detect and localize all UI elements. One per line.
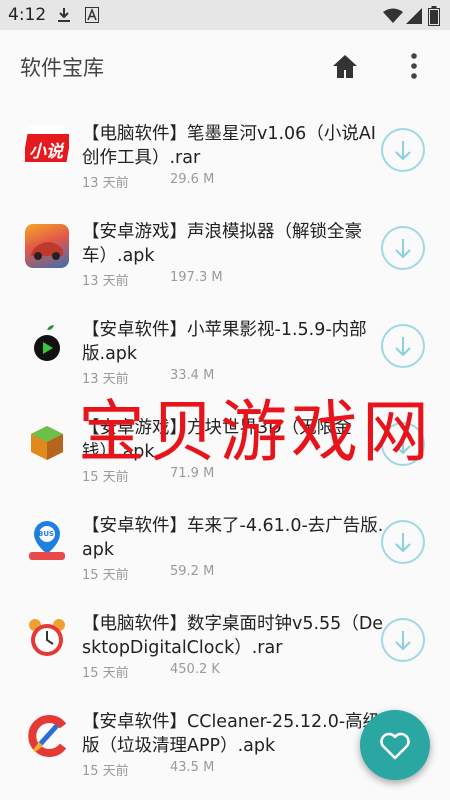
block-world-icon [25, 420, 69, 464]
battery-icon [428, 6, 440, 26]
bus-app-icon: BUS [25, 518, 69, 562]
list-item[interactable]: 【安卓软件】小苹果影视-1.5.9-内部版.apk 13 天前 33.4 M [0, 298, 450, 396]
file-size: 71.9 M [170, 466, 215, 481]
favorite-fab[interactable] [360, 710, 430, 780]
apple-video-icon [25, 322, 69, 366]
file-name: 【安卓软件】车来了-4.61.0-去广告版.apk [82, 516, 384, 560]
file-age: 13 天前 [82, 176, 129, 191]
list-item[interactable]: 小说 【电脑软件】笔墨星河v1.06（小说AI创作工具）.rar 13 天前 2… [0, 102, 450, 200]
file-list: 小说 【电脑软件】笔墨星河v1.06（小说AI创作工具）.rar 13 天前 2… [0, 102, 450, 800]
download-button[interactable] [381, 422, 425, 466]
home-icon[interactable] [330, 52, 360, 82]
download-status-icon [58, 8, 70, 22]
file-age: 13 天前 [82, 372, 129, 387]
ccleaner-icon [25, 714, 69, 758]
file-age: 15 天前 [82, 568, 129, 583]
download-button[interactable] [381, 618, 425, 662]
download-arrow-icon [395, 631, 411, 651]
list-item[interactable]: 【安卓游戏】声浪模拟器（解锁全豪车）.apk 13 天前 197.3 M [0, 200, 450, 298]
list-item[interactable]: 【安卓游戏】方块世界3D（无限金钱）.apk 15 天前 71.9 M [0, 396, 450, 494]
file-name: 【安卓软件】CCleaner-25.12.0-高级版（垃圾清理APP）.apk [82, 712, 381, 756]
download-arrow-icon [395, 141, 411, 161]
more-options-icon[interactable] [402, 50, 426, 82]
file-size: 43.5 M [170, 760, 215, 775]
file-age: 13 天前 [82, 274, 129, 289]
file-size: 59.2 M [170, 564, 215, 579]
download-arrow-icon [395, 239, 411, 259]
download-arrow-icon [395, 337, 411, 357]
file-size: 29.6 M [170, 172, 215, 187]
file-size: 33.4 M [170, 368, 215, 383]
download-button[interactable] [381, 128, 425, 172]
bus-icon-label: BUS [38, 530, 55, 538]
status-bar: 4:12 [0, 0, 450, 30]
file-name: 【电脑软件】数字桌面时钟v5.55（DesktopDigitalClock）.r… [82, 614, 384, 658]
font-status-icon [85, 7, 99, 23]
app-bar: 软件宝库 [0, 30, 450, 102]
download-arrow-icon [395, 533, 411, 553]
heart-icon [380, 732, 410, 760]
status-time: 4:12 [8, 5, 47, 25]
novel-icon-label: 小说 [29, 142, 63, 162]
page-title: 软件宝库 [20, 56, 104, 80]
download-button[interactable] [381, 324, 425, 368]
download-arrow-icon [395, 435, 411, 455]
file-size: 450.2 K [170, 662, 220, 677]
file-name: 【安卓游戏】方块世界3D（无限金钱）.apk [82, 418, 352, 462]
novel-app-icon: 小说 [25, 126, 69, 170]
alarm-clock-icon [25, 616, 69, 660]
file-age: 15 天前 [82, 470, 129, 485]
list-item[interactable]: BUS 【安卓软件】车来了-4.61.0-去广告版.apk 15 天前 59.2… [0, 494, 450, 592]
download-button[interactable] [381, 226, 425, 270]
file-name: 【安卓游戏】声浪模拟器（解锁全豪车）.apk [82, 222, 362, 266]
list-item[interactable]: 【电脑软件】数字桌面时钟v5.55（DesktopDigitalClock）.r… [0, 592, 450, 690]
signal-icon [406, 8, 422, 24]
file-name: 【电脑软件】笔墨星河v1.06（小说AI创作工具）.rar [82, 124, 376, 168]
file-name: 【安卓软件】小苹果影视-1.5.9-内部版.apk [82, 320, 367, 364]
file-age: 15 天前 [82, 764, 129, 779]
file-age: 15 天前 [82, 666, 129, 681]
download-button[interactable] [381, 520, 425, 564]
wifi-icon [383, 8, 403, 23]
car-game-icon [25, 224, 69, 268]
file-size: 197.3 M [170, 270, 223, 285]
